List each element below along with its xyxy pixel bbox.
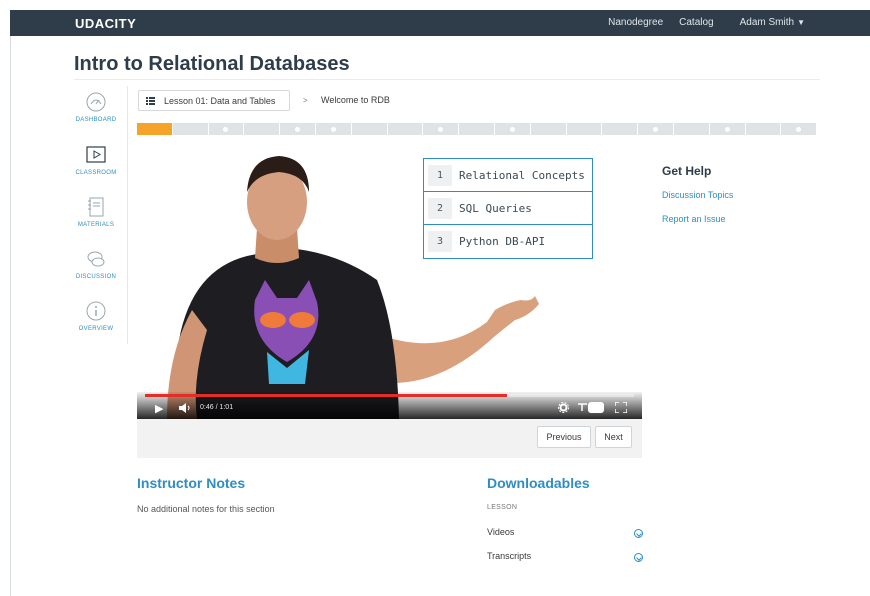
youtube-logo-icon[interactable] xyxy=(578,402,604,413)
quiz-marker-icon xyxy=(509,126,515,132)
info-circle-icon xyxy=(86,301,106,321)
progress-segment[interactable] xyxy=(137,123,173,135)
nav-nanodegree-link[interactable]: Nanodegree xyxy=(608,17,663,28)
quiz-marker-icon xyxy=(724,126,730,132)
topic-number: 2 xyxy=(428,197,452,219)
progress-segment[interactable] xyxy=(388,123,424,135)
play-icon[interactable]: ▶ xyxy=(155,402,163,415)
progress-segment[interactable] xyxy=(531,123,567,135)
progress-segment[interactable] xyxy=(781,123,818,135)
video-scrubber[interactable] xyxy=(145,394,634,397)
video-time: 0:46 / 1:01 xyxy=(200,404,234,411)
play-box-icon xyxy=(86,146,106,163)
progress-segment[interactable] xyxy=(173,123,209,135)
concept-progress-bar xyxy=(137,123,818,135)
topic-list-overlay: 1 Relational Concepts 2 SQL Queries 3 Py… xyxy=(423,158,593,259)
sidebar-item-discussion[interactable]: DISCUSSION xyxy=(70,248,122,280)
discussion-topics-link[interactable]: Discussion Topics xyxy=(662,190,733,200)
instructor-notes-title: Instructor Notes xyxy=(137,475,246,491)
sidebar-item-label: OVERVIEW xyxy=(78,326,114,332)
course-sidebar: DASHBOARD CLASSROOM MATERIALS DISCUSSION… xyxy=(70,86,128,344)
chat-bubbles-icon xyxy=(87,251,105,267)
sidebar-item-label: DASHBOARD xyxy=(75,117,117,123)
topic-item: 2 SQL Queries xyxy=(424,192,592,225)
progress-segment[interactable] xyxy=(459,123,495,135)
title-divider xyxy=(74,79,820,80)
progress-segment[interactable] xyxy=(244,123,281,135)
progress-segment[interactable] xyxy=(209,123,245,135)
sidebar-item-label: DISCUSSION xyxy=(75,274,117,280)
progress-segment[interactable] xyxy=(495,123,531,135)
list-icon xyxy=(146,96,155,105)
fullscreen-icon[interactable] xyxy=(615,402,627,413)
lesson-selector-label: Lesson 01: Data and Tables xyxy=(164,95,276,106)
progress-segment[interactable] xyxy=(674,123,710,135)
quiz-marker-icon xyxy=(223,126,229,132)
progress-segment[interactable] xyxy=(280,123,316,135)
progress-segment[interactable] xyxy=(602,123,639,135)
video-controls: ▶ 0:46 / 1:01 xyxy=(137,392,642,419)
video-panel: 1 Relational Concepts 2 SQL Queries 3 Py… xyxy=(137,140,642,458)
report-issue-link[interactable]: Report an Issue xyxy=(662,214,726,224)
dashboard-icon xyxy=(86,92,106,112)
progress-segment[interactable] xyxy=(423,123,460,135)
progress-segment[interactable] xyxy=(638,123,674,135)
download-videos-link[interactable]: Videos xyxy=(487,527,514,537)
user-name: Adam Smith xyxy=(739,17,795,28)
download-icon[interactable] xyxy=(634,553,643,562)
sidebar-item-label: MATERIALS xyxy=(77,222,115,228)
instructor-notes-text: No additional notes for this section xyxy=(137,504,275,514)
nav-links: Nanodegree Catalog Adam Smith ▼ xyxy=(608,17,805,28)
sidebar-item-dashboard[interactable]: DASHBOARD xyxy=(70,91,122,123)
lesson-selector[interactable]: Lesson 01: Data and Tables xyxy=(138,90,290,111)
brand-logo[interactable]: UDACITY xyxy=(75,16,136,31)
topic-number: 3 xyxy=(428,231,452,252)
download-transcripts-link[interactable]: Transcripts xyxy=(487,551,531,561)
sidebar-item-materials[interactable]: MATERIALS xyxy=(70,196,122,228)
quiz-marker-icon xyxy=(295,126,301,132)
topic-item: 3 Python DB-API xyxy=(424,225,592,258)
volume-icon[interactable] xyxy=(179,403,191,413)
download-icon[interactable] xyxy=(634,529,643,538)
previous-button[interactable]: Previous xyxy=(537,426,591,448)
video-player[interactable]: 1 Relational Concepts 2 SQL Queries 3 Py… xyxy=(137,140,642,419)
next-button[interactable]: Next xyxy=(595,426,632,448)
progress-segment[interactable] xyxy=(567,123,603,135)
topic-label: Python DB-API xyxy=(459,235,546,248)
progress-segment[interactable] xyxy=(710,123,746,135)
settings-gear-icon[interactable] xyxy=(558,402,569,413)
progress-segment[interactable] xyxy=(316,123,352,135)
sidebar-item-label: CLASSROOM xyxy=(75,170,117,176)
progress-segment[interactable] xyxy=(352,123,388,135)
video-scrubber-played xyxy=(145,394,507,397)
sidebar-item-classroom[interactable]: CLASSROOM xyxy=(70,144,122,176)
topic-label: Relational Concepts xyxy=(459,168,585,182)
topic-item: 1 Relational Concepts xyxy=(424,159,592,192)
top-navbar: UDACITY Nanodegree Catalog Adam Smith ▼ xyxy=(10,10,870,36)
help-title: Get Help xyxy=(662,164,712,178)
breadcrumb-current: Welcome to RDB xyxy=(321,95,390,105)
downloadables-section-label: LESSON xyxy=(487,504,518,511)
quiz-marker-icon xyxy=(653,126,659,132)
caret-down-icon: ▼ xyxy=(797,18,805,27)
progress-segment[interactable] xyxy=(746,123,782,135)
topic-number: 1 xyxy=(428,164,452,186)
nav-catalog-link[interactable]: Catalog xyxy=(679,17,713,28)
quiz-marker-icon xyxy=(438,126,444,132)
user-menu[interactable]: Adam Smith ▼ xyxy=(740,17,805,28)
breadcrumb-separator: > xyxy=(303,96,308,105)
quiz-marker-icon xyxy=(330,126,336,132)
quiz-marker-icon xyxy=(796,126,802,132)
topic-label: SQL Queries xyxy=(459,201,532,215)
page-title: Intro to Relational Databases xyxy=(74,53,350,75)
notebook-icon xyxy=(88,197,104,217)
sidebar-item-overview[interactable]: OVERVIEW xyxy=(70,300,122,332)
downloadables-title: Downloadables xyxy=(487,475,590,491)
